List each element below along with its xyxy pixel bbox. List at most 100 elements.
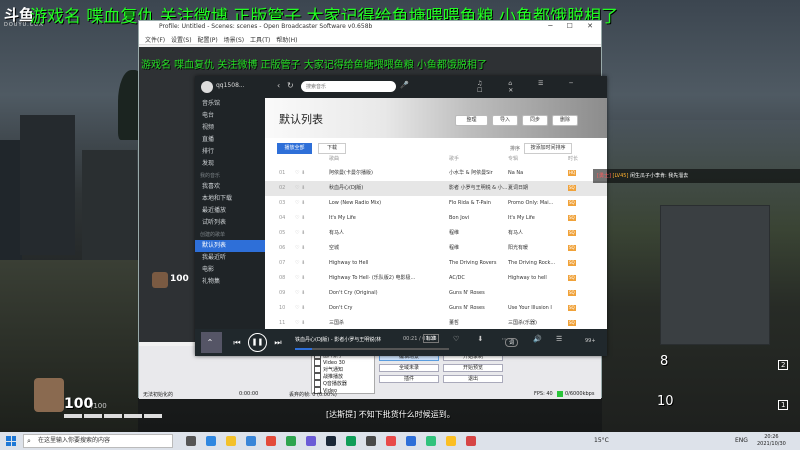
song-title[interactable]: 空城 <box>329 241 447 256</box>
heart-icon[interactable]: ♡ ⬇ <box>295 301 305 316</box>
source-item[interactable]: Q音播放器 <box>314 380 372 387</box>
sort-select[interactable]: 按添加时间排序 <box>524 143 572 154</box>
taskbar-search-input[interactable]: 在这里输入你要搜索的内容 <box>23 434 173 448</box>
windows-start-icon[interactable] <box>6 436 16 446</box>
source-item[interactable]: 战推播放 <box>314 373 372 380</box>
app-icon[interactable] <box>286 436 296 446</box>
song-title[interactable]: 阿依曼(卡曼尔播版) <box>329 166 447 181</box>
song-title[interactable]: Don't Cry <box>329 301 447 316</box>
app-icon[interactable] <box>346 436 356 446</box>
task-view-icon[interactable] <box>186 436 196 446</box>
sidebar-item-movie[interactable]: 电影 <box>195 264 265 276</box>
song-album[interactable]: It's My Life <box>508 211 568 226</box>
song-artist[interactable]: AC/DC <box>449 271 507 286</box>
table-row[interactable]: 03 ♡ ⬇ Low (New Radio Mix) Flo Rida & T-Pai… <box>265 196 607 211</box>
header-album[interactable]: 专辑 <box>508 154 568 165</box>
sidebar-item-charts[interactable]: 排行 <box>195 146 265 158</box>
heart-icon[interactable]: ♡ ⬇ <box>295 241 305 256</box>
song-title[interactable]: Highway To Hell· (乐队版2) 电影极... <box>329 271 447 286</box>
song-artist[interactable]: 影者 小罗与王明锐 & 小... <box>449 181 507 196</box>
table-row[interactable]: 04 ♡ ⬇ It's My Life Bon Jovi It's My Life SQ <box>265 211 607 226</box>
sidebar-item-video[interactable]: 视频 <box>195 122 265 134</box>
lyric-button[interactable]: 词 <box>505 338 519 347</box>
sidebar-item-recent[interactable]: 最近播放 <box>195 205 265 217</box>
language-indicator[interactable]: ENG <box>735 437 748 444</box>
pause-icon[interactable]: ❚❚ <box>248 333 267 352</box>
table-row[interactable]: 09 ♡ ⬇ Don't Cry (Original) Guns N' Roses SQ <box>265 286 607 301</box>
song-album[interactable]: 有马人 <box>508 226 568 241</box>
sidebar-item-radio[interactable]: 电台 <box>195 110 265 122</box>
song-album[interactable]: 阳光有暖 <box>508 241 568 256</box>
sidebar-item-local[interactable]: 本地和下载 <box>195 193 265 205</box>
top-icons[interactable]: ♫ ⌂ ☰ ─ ☐ ✕ <box>477 80 607 94</box>
source-item[interactable]: 对气通知 <box>314 366 372 373</box>
heart-icon[interactable]: ♡ ⬇ <box>295 166 305 181</box>
table-row[interactable]: 08 ♡ ⬇ Highway To Hell· (乐队版2) 电影极... AC/DC… <box>265 271 607 286</box>
header-artist[interactable]: 歌手 <box>449 154 507 165</box>
song-artist[interactable]: Flo Rida & T-Pain <box>449 196 507 211</box>
weather-temp[interactable]: 15°C <box>594 437 609 444</box>
download-button[interactable]: 下载 <box>318 143 346 154</box>
heart-icon[interactable]: ♡ ⬇ <box>295 271 305 286</box>
sidebar-item-default-list[interactable]: 默认列表 <box>195 240 265 252</box>
song-album[interactable]: 夏词日期 <box>508 181 568 196</box>
prev-icon[interactable]: ⏮ <box>231 329 243 356</box>
store-icon[interactable] <box>246 436 256 446</box>
table-row[interactable]: 05 ♡ ⬇ 有马人 程维 有马人 SQ <box>265 226 607 241</box>
table-row[interactable]: 01 ♡ ⬇ 阿依曼(卡曼尔播版) 小水华 & 阿依曼Sir Na Na HQ <box>265 166 607 181</box>
heart-icon[interactable]: ♡ ⬇ <box>295 196 305 211</box>
song-album[interactable]: The Driving Rock... <box>508 256 568 271</box>
organize-button[interactable]: 整理 <box>455 115 488 126</box>
song-artist[interactable]: Guns N' Roses <box>449 286 507 301</box>
table-row[interactable]: 06 ♡ ⬇ 空城 程维 阳光有暖 SQ <box>265 241 607 256</box>
song-album[interactable]: Use Your Illusion I <box>508 301 568 316</box>
song-title[interactable]: 秋血丹心(DJ版) <box>329 181 447 196</box>
qq-music-icon[interactable] <box>426 436 436 446</box>
app-icon[interactable] <box>406 436 416 446</box>
app-icon[interactable] <box>306 436 316 446</box>
app-icon[interactable] <box>446 436 456 446</box>
song-title[interactable]: 有马人 <box>329 226 447 241</box>
song-artist[interactable]: 小水华 & 阿依曼Sir <box>449 166 507 181</box>
song-artist[interactable]: The Driving Rovers <box>449 256 507 271</box>
username[interactable]: qq1508... <box>216 82 245 89</box>
song-album[interactable]: Highway to hell <box>508 271 568 286</box>
song-title[interactable]: Don't Cry (Original) <box>329 286 447 301</box>
sidebar-item-music-hall[interactable]: 音乐馆 <box>195 98 265 110</box>
source-item[interactable]: Video 30 <box>314 359 372 366</box>
mic-icon[interactable]: 🎤 <box>400 81 409 89</box>
obs-menu-bar[interactable]: 文件(F) 设置(S) 配置(P) 场景(S) 工具(T) 帮助(H) <box>139 34 601 45</box>
table-row[interactable]: 02 ♡ ⬇ 秋血丹心(DJ版) 影者 小罗与王明锐 & 小... 夏词日期 SQ <box>265 181 607 196</box>
steam-icon[interactable] <box>326 436 336 446</box>
import-button[interactable]: 导入 <box>492 115 518 126</box>
next-icon[interactable]: ⏭ <box>272 329 284 356</box>
song-album[interactable]: Promo Only: Mai... <box>508 196 568 211</box>
song-artist[interactable]: Guns N' Roses <box>449 301 507 316</box>
song-artist[interactable]: 程维 <box>449 241 507 256</box>
heart-icon[interactable]: ♡ ⬇ <box>295 181 305 196</box>
sidebar-item-gift[interactable]: 礼物集 <box>195 276 265 288</box>
song-title[interactable]: It's My Life <box>329 211 447 226</box>
header-duration[interactable]: 时长 <box>568 154 578 165</box>
table-row[interactable]: 07 ♡ ⬇ Highway to Hell The Driving Rovers Th… <box>265 256 607 271</box>
song-title[interactable]: Highway to Hell <box>329 256 447 271</box>
plugins-button[interactable]: 插件 <box>379 375 439 383</box>
heart-icon[interactable]: ♡ ⬇ <box>295 211 305 226</box>
sidebar-item-recent-listen[interactable]: 我最近听 <box>195 252 265 264</box>
heart-icon[interactable]: ♡ ⬇ <box>295 286 305 301</box>
header-song[interactable]: 歌曲 <box>329 154 447 165</box>
sidebar-item-trial[interactable]: 试听列表 <box>195 217 265 229</box>
obs-sources-list[interactable]: 图片素子 Video 30 对气通知 战推播放 Q音播放器 Video <box>311 350 375 394</box>
volume-icon[interactable]: 🔊 ☰ <box>533 335 568 343</box>
song-title[interactable]: Low (New Radio Mix) <box>329 196 447 211</box>
quality-badge[interactable]: 标准 <box>423 334 440 343</box>
heart-icon[interactable]: ♡ ⬇ <box>295 256 305 271</box>
app-icon[interactable] <box>386 436 396 446</box>
back-arrow-icon[interactable]: ‹ <box>277 81 280 90</box>
sidebar-item-live[interactable]: 直播 <box>195 134 265 146</box>
edge-icon[interactable] <box>206 436 216 446</box>
refresh-icon[interactable]: ↻ <box>287 81 294 90</box>
exit-button[interactable]: 退出 <box>443 375 503 383</box>
app-icon[interactable] <box>466 436 476 446</box>
play-all-button[interactable]: 播放全部 <box>277 143 312 154</box>
